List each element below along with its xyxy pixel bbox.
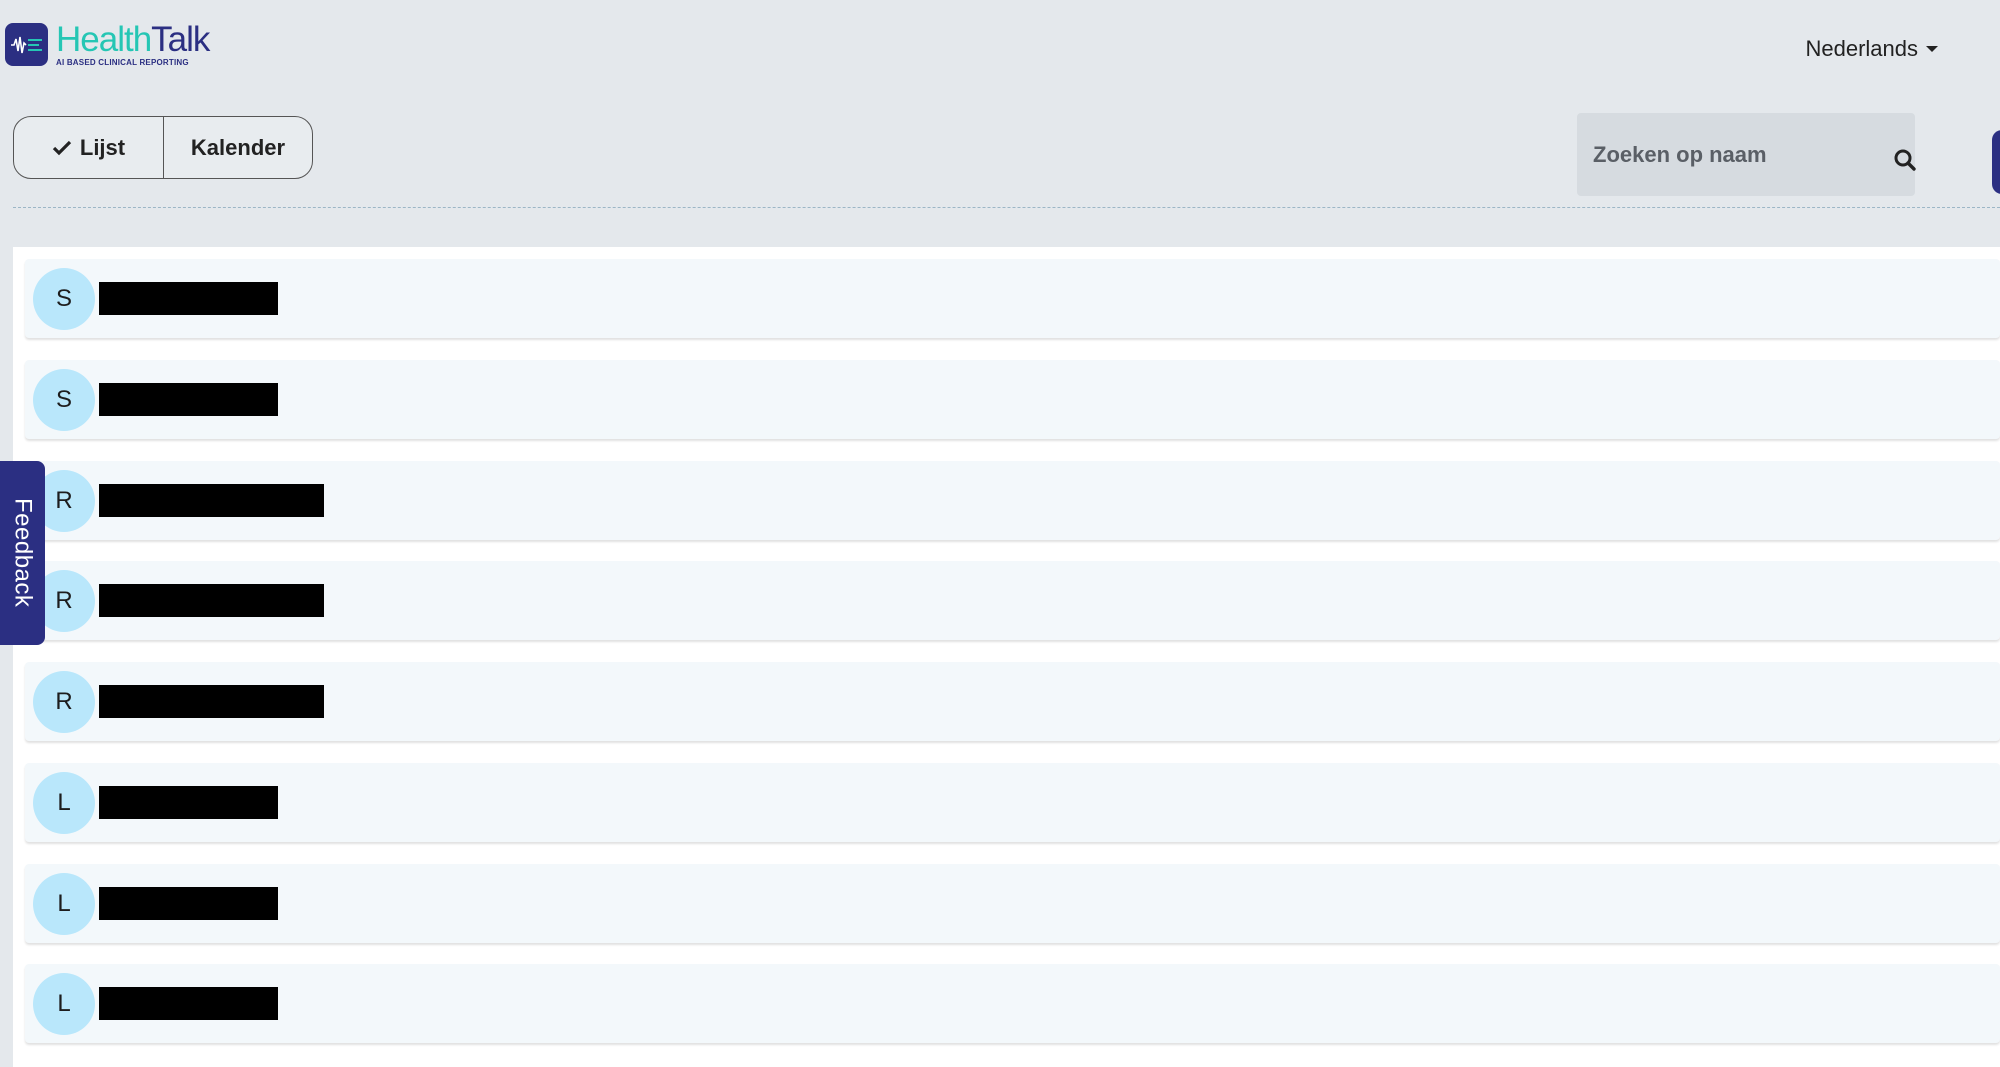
logo-title-health: Health [56,20,152,59]
feedback-tab[interactable]: Feedback [0,461,45,645]
logo-title: HealthTalk [56,20,210,59]
search-box [1577,113,1917,196]
feedback-label: Feedback [9,498,37,608]
view-toggle: Lijst Kalender [13,116,313,179]
redacted-patient-name [99,685,324,718]
redacted-patient-name [99,584,324,617]
patient-row[interactable]: R [25,461,2000,540]
redacted-patient-name [99,887,278,920]
redacted-patient-name [99,282,278,315]
language-label: Nederlands [1805,36,1918,61]
app-logo[interactable]: HealthTalk AI BASED CLINICAL REPORTING [5,20,210,67]
patient-list: S S R R R L L L [13,247,2000,1067]
avatar: L [33,972,95,1035]
patient-row[interactable]: L [25,864,2000,943]
search-icon[interactable] [1893,148,1917,172]
patient-row[interactable]: R [25,561,2000,640]
logo-title-talk: Talk [151,20,210,59]
patient-row[interactable]: S [25,259,2000,338]
redacted-patient-name [99,786,278,819]
logo-text: HealthTalk AI BASED CLINICAL REPORTING [56,20,210,67]
avatar: R [33,670,95,733]
avatar: L [33,872,95,935]
list-view-button[interactable]: Lijst [14,117,164,178]
search-input[interactable] [1593,141,1887,168]
list-view-label: Lijst [79,134,126,160]
logo-waveform-icon [5,23,48,66]
check-icon [52,140,72,156]
patient-row[interactable]: S [25,360,2000,439]
add-patient-button[interactable] [1992,130,2000,194]
redacted-patient-name [99,484,324,517]
patient-row[interactable]: L [25,964,2000,1043]
redacted-patient-name [99,987,278,1020]
chevron-down-icon [1926,46,1938,52]
redacted-patient-name [99,383,278,416]
header-divider [13,207,2000,208]
avatar: S [33,368,95,431]
patient-row[interactable]: R [25,662,2000,741]
avatar: L [33,771,95,834]
patient-row[interactable]: L [25,763,2000,842]
avatar: S [33,267,95,330]
calendar-view-button[interactable]: Kalender [164,117,312,178]
language-dropdown[interactable]: Nederlands [1805,36,1938,62]
calendar-view-label: Kalender [190,134,286,160]
logo-subtitle: AI BASED CLINICAL REPORTING [56,58,189,67]
